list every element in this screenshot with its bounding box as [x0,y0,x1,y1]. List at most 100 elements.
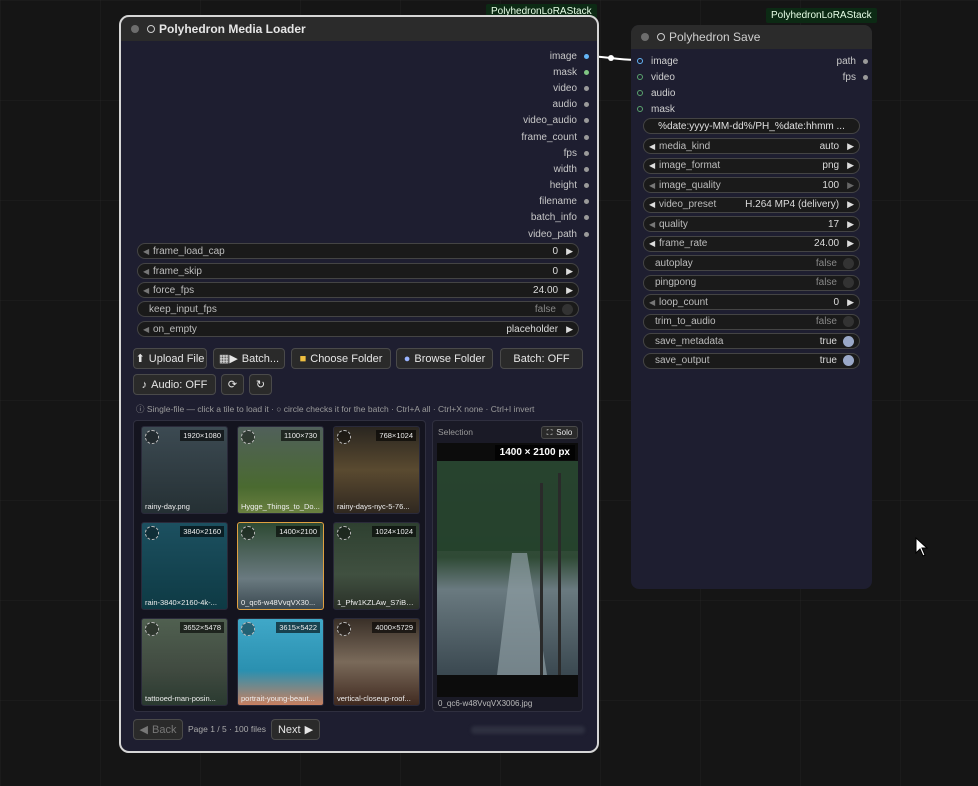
output-pin-icon[interactable] [584,215,589,221]
widget-frame-load-cap[interactable]: ◀ frame_load_cap 0 ▶ [137,243,579,259]
batch-check-circle-icon[interactable] [241,430,255,444]
refresh-button[interactable]: ⟳ [221,374,244,395]
decrement-arrow-icon[interactable]: ◀ [649,161,659,170]
output-slot-video_path[interactable]: video_path [521,226,589,242]
widget-image-format[interactable]: ◀ image_format png ▶ [643,157,860,174]
widget-autoplay[interactable]: autoplay false [643,255,860,271]
output-pin-icon[interactable] [584,85,589,91]
toggle-knob-icon[interactable] [843,355,854,366]
output-pin-icon[interactable] [584,69,589,75]
browse-folder-button[interactable]: ● Browse Folder [396,348,493,369]
increment-arrow-icon[interactable]: ▶ [847,180,854,191]
back-button[interactable]: ◀ Back [133,719,183,740]
output-pin-icon[interactable] [584,231,589,237]
gallery-tile[interactable]: 3615×5422 portrait-young-beaut... [237,618,324,706]
increment-arrow-icon[interactable]: ▶ [847,219,854,230]
output-slot-path[interactable]: path [837,53,868,69]
output-pin-icon[interactable] [584,118,589,124]
output-slot-batch_info[interactable]: batch_info [521,210,589,226]
widget-save-output[interactable]: save_output true [643,352,860,369]
increment-arrow-icon[interactable]: ▶ [566,324,573,335]
output-pin-icon[interactable] [584,53,589,59]
output-pin-icon[interactable] [863,74,868,80]
input-slot-mask[interactable]: mask [637,101,678,117]
output-pin-icon[interactable] [584,166,589,172]
output-pin-icon[interactable] [863,58,868,64]
input-slot-audio[interactable]: audio [637,85,678,101]
increment-arrow-icon[interactable]: ▶ [566,266,573,277]
upload-file-button[interactable]: ⬆ Upload File [133,348,207,369]
increment-arrow-icon[interactable]: ▶ [566,285,573,296]
decrement-arrow-icon[interactable]: ◀ [649,220,659,229]
decrement-arrow-icon[interactable]: ◀ [143,286,153,295]
increment-arrow-icon[interactable]: ▶ [847,141,854,152]
output-slot-width[interactable]: width [521,161,589,177]
batch-check-circle-icon[interactable] [241,622,255,636]
input-pin-icon[interactable] [637,58,643,64]
gallery-tile[interactable]: 1100×730 Hygge_Things_to_Do... [237,426,324,514]
decrement-arrow-icon[interactable]: ◀ [649,200,659,209]
decrement-arrow-icon[interactable]: ◀ [649,239,659,248]
increment-arrow-icon[interactable]: ▶ [847,160,854,171]
batch-check-circle-icon[interactable] [337,622,351,636]
next-button[interactable]: Next ▶ [271,719,320,740]
batch-check-circle-icon[interactable] [145,622,159,636]
output-pin-icon[interactable] [584,183,589,189]
increment-arrow-icon[interactable]: ▶ [566,246,573,257]
widget-keep-input-fps[interactable]: keep_input_fps false [137,301,579,317]
decrement-arrow-icon[interactable]: ◀ [143,325,153,334]
gallery-tile[interactable]: 4000×5729 vertical-closeup-roof... [333,618,420,706]
choose-folder-button[interactable]: ■ Choose Folder [291,348,391,369]
output-slot-mask[interactable]: mask [521,64,589,80]
widget-quality[interactable]: ◀ quality 17 ▶ [643,216,860,232]
widget-save-metadata[interactable]: save_metadata true [643,333,860,349]
input-slot-video[interactable]: video [637,69,678,85]
widget-video-preset[interactable]: ◀ video_preset H.264 MP4 (delivery) ▶ [643,196,860,213]
output-slot-height[interactable]: height [521,178,589,194]
widget-media-kind[interactable]: ◀ media_kind auto ▶ [643,138,860,154]
batch-check-circle-icon[interactable] [337,526,351,540]
input-pin-icon[interactable] [637,106,643,112]
increment-arrow-icon[interactable]: ▶ [847,297,854,308]
solo-button[interactable]: ⛶ Solo [541,426,578,439]
output-slot-fps[interactable]: fps [521,145,589,161]
output-slot-filename[interactable]: filename [521,194,589,210]
node-header[interactable]: Polyhedron Save [631,25,872,49]
toggle-knob-icon[interactable] [843,257,854,269]
node-header[interactable]: Polyhedron Media Loader [121,17,597,41]
decrement-arrow-icon[interactable]: ◀ [649,181,659,190]
output-pin-icon[interactable] [584,134,589,140]
output-slot-fps[interactable]: fps [837,69,868,85]
toggle-knob-icon[interactable] [843,277,854,288]
widget-frame-skip[interactable]: ◀ frame_skip 0 ▶ [137,263,579,279]
widget-pingpong[interactable]: pingpong false [643,274,860,291]
toggle-knob-icon[interactable] [562,303,573,315]
widget-on-empty[interactable]: ◀ on_empty placeholder ▶ [137,321,579,337]
batch-check-circle-icon[interactable] [337,430,351,444]
collapse-dot-icon[interactable] [641,33,649,41]
increment-arrow-icon[interactable]: ▶ [847,238,854,249]
output-slot-video[interactable]: video [521,80,589,96]
collapse-dot-icon[interactable] [131,25,139,33]
batch-button[interactable]: ▦▶ Batch... [213,348,285,369]
widget-loop-count[interactable]: ◀ loop_count 0 ▶ [643,294,860,310]
batch-check-circle-icon[interactable] [145,430,159,444]
input-pin-icon[interactable] [637,74,643,80]
widget-trim-to-audio[interactable]: trim_to_audio false [643,313,860,330]
output-pin-icon[interactable] [584,199,589,205]
gallery-tile[interactable]: 3652×5478 tattooed-man-posin... [141,618,228,706]
output-slot-image[interactable]: image [521,48,589,64]
gallery-tile[interactable]: 1024×1024 1_Pfw1KZLAw_S7iB69... [333,522,420,610]
audio-toggle-button[interactable]: ♪ Audio: OFF [133,374,216,395]
batch-toggle-button[interactable]: Batch: OFF [500,348,583,369]
gallery-tile[interactable]: 1400×2100 0_qc6-w48VvqVX30... [237,522,324,610]
input-pin-icon[interactable] [637,90,643,96]
output-slot-audio[interactable]: audio [521,97,589,113]
file-gallery[interactable]: 1920×1080 rainy-day.png 1100×730 Hygge_Thin… [133,420,426,712]
increment-arrow-icon[interactable]: ▶ [847,199,854,210]
toggle-knob-icon[interactable] [843,335,854,347]
gallery-tile[interactable]: 1920×1080 rainy-day.png [141,426,228,514]
reset-button[interactable]: ↻ [249,374,272,395]
batch-check-circle-icon[interactable] [241,526,255,540]
gallery-tile[interactable]: 768×1024 rainy-days-nyc-5-76... [333,426,420,514]
